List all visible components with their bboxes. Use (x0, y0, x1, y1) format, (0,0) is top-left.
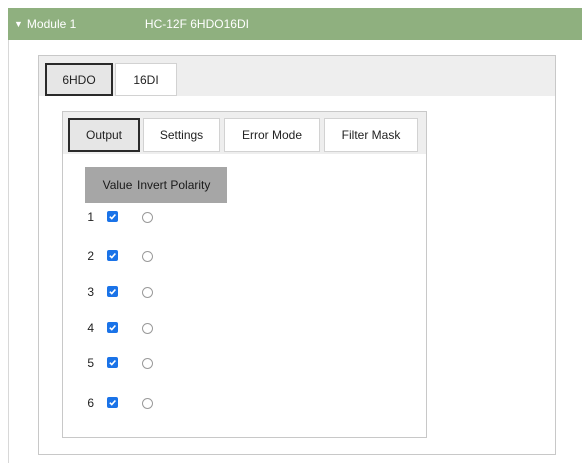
column-header-value: Value (102, 178, 133, 192)
outer-tabbar: 6HDO 16DI (39, 56, 555, 96)
invert-polarity-radio[interactable] (142, 323, 153, 334)
row-number: 2 (87, 249, 94, 263)
value-checkbox[interactable] (107, 397, 118, 408)
module-header[interactable]: ▼ Module 1 HC-12F 6HDO16DI (8, 8, 582, 40)
value-checkbox[interactable] (107, 250, 118, 261)
invert-polarity-radio[interactable] (142, 251, 153, 262)
tab-settings[interactable]: Settings (143, 118, 220, 152)
row-number: 4 (87, 321, 94, 335)
tab-filter-mask[interactable]: Filter Mask (324, 118, 418, 152)
tab-error-mode[interactable]: Error Mode (224, 118, 320, 152)
inner-panel: Output Settings Error Mode Filter Mask V… (62, 111, 427, 438)
row-number: 6 (87, 396, 94, 410)
table-header: Value Invert Polarity (85, 167, 227, 203)
row-number: 1 (87, 210, 94, 224)
row-number: 5 (87, 356, 94, 370)
invert-polarity-radio[interactable] (142, 212, 153, 223)
tab-output[interactable]: Output (68, 118, 140, 152)
value-checkbox[interactable] (107, 357, 118, 368)
value-checkbox[interactable] (107, 211, 118, 222)
column-header-invert-polarity: Invert Polarity (137, 178, 211, 192)
tab-6hdo[interactable]: 6HDO (45, 63, 113, 96)
row-number: 3 (87, 285, 94, 299)
caret-down-icon[interactable]: ▼ (14, 19, 23, 29)
outer-panel: 6HDO 16DI Output Settings Error Mode Fil… (38, 55, 556, 455)
value-checkbox[interactable] (107, 322, 118, 333)
module-name: Module 1 (26, 17, 77, 31)
module-model: HC-12F 6HDO16DI (144, 17, 249, 31)
invert-polarity-radio[interactable] (142, 287, 153, 298)
value-checkbox[interactable] (107, 286, 118, 297)
invert-polarity-radio[interactable] (142, 398, 153, 409)
inner-tabbar: Output Settings Error Mode Filter Mask (63, 112, 426, 154)
tab-16di[interactable]: 16DI (115, 63, 177, 96)
invert-polarity-radio[interactable] (142, 358, 153, 369)
